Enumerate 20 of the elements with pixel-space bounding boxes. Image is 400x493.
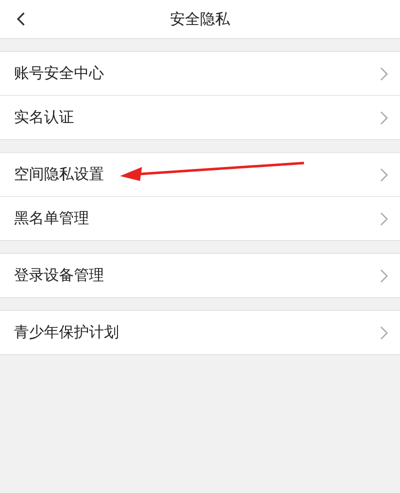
settings-row[interactable]: 空间隐私设置 xyxy=(0,153,400,196)
row-label: 账号安全中心 xyxy=(14,64,105,83)
chevron-icon xyxy=(380,110,388,124)
settings-row[interactable]: 青少年保护计划 xyxy=(0,311,400,354)
chevron-icon xyxy=(380,66,388,80)
settings-row[interactable]: 登录设备管理 xyxy=(0,254,400,297)
page-title: 安全隐私 xyxy=(170,10,230,28)
chevron-icon xyxy=(380,168,388,182)
back-icon[interactable] xyxy=(16,12,26,26)
row-label: 空间隐私设置 xyxy=(14,165,105,184)
row-label: 黑名单管理 xyxy=(14,209,90,228)
settings-row[interactable]: 实名认证 xyxy=(0,95,400,139)
chevron-icon xyxy=(380,326,388,340)
chevron-icon xyxy=(380,212,388,226)
chevron-icon xyxy=(380,268,388,282)
settings-row[interactable]: 黑名单管理 xyxy=(0,196,400,240)
row-label: 实名认证 xyxy=(14,108,75,127)
settings-row[interactable]: 账号安全中心 xyxy=(0,52,400,95)
row-label: 青少年保护计划 xyxy=(14,323,120,342)
row-label: 登录设备管理 xyxy=(14,266,105,285)
